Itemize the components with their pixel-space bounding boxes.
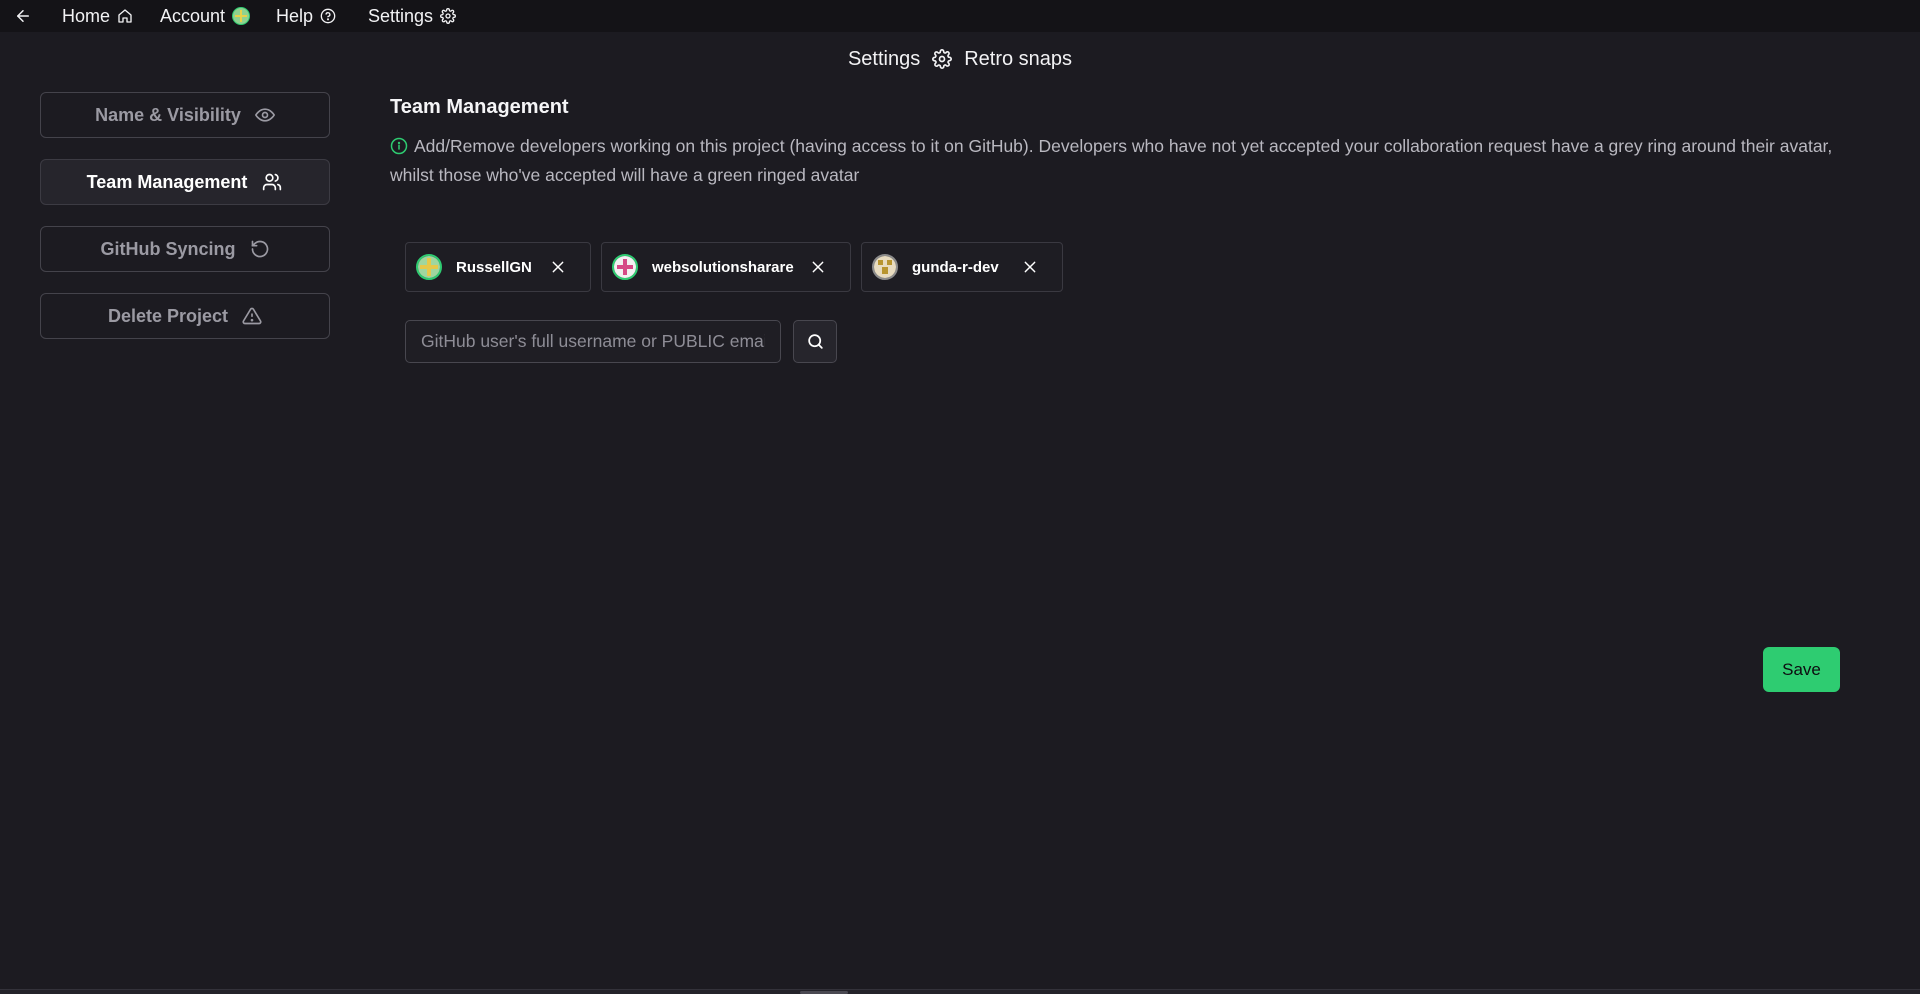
member-username: RussellGN <box>456 258 532 276</box>
avatar <box>416 254 442 280</box>
info-icon <box>390 137 408 155</box>
gear-icon <box>440 8 456 24</box>
help-circle-icon <box>320 8 336 24</box>
info-message: Add/Remove developers working on this pr… <box>390 132 1850 190</box>
sidebar-item-name-visibility[interactable]: Name & Visibility <box>40 92 330 138</box>
member-chip: RussellGN <box>405 242 591 292</box>
remove-member-close-icon[interactable] <box>1022 259 1038 275</box>
sidebar-item-team-management[interactable]: Team Management <box>40 159 330 205</box>
warning-icon <box>242 306 262 326</box>
bottom-border <box>0 989 1920 994</box>
nav-home-label: Home <box>62 5 111 26</box>
nav-settings-label: Settings <box>368 5 434 26</box>
search-icon <box>806 332 825 351</box>
nav-help-link[interactable]: Help <box>276 0 336 32</box>
sidebar-item-delete-project[interactable]: Delete Project <box>40 293 330 339</box>
header-gear-icon <box>932 49 953 69</box>
member-username: gunda-r-dev <box>912 258 999 276</box>
home-icon <box>117 8 133 24</box>
page-header-settings-label: Settings <box>847 47 921 70</box>
search-input[interactable] <box>405 320 781 363</box>
nav-help-label: Help <box>276 5 314 26</box>
top-navigation: Home Account Help Settings <box>0 0 1920 32</box>
member-username: websolutionsharare <box>652 258 794 276</box>
page-header: Settings Retro snaps <box>0 44 1920 74</box>
save-button[interactable]: Save <box>1763 647 1840 692</box>
remove-member-close-icon[interactable] <box>550 259 566 275</box>
refresh-icon <box>250 239 270 259</box>
nav-settings-link[interactable]: Settings <box>368 0 456 32</box>
remove-member-close-icon[interactable] <box>810 259 826 275</box>
section-title: Team Management <box>390 96 569 118</box>
project-name: Retro snaps <box>964 47 1073 70</box>
search-button[interactable] <box>793 320 837 363</box>
sidebar-item-label: GitHub Syncing <box>100 238 236 259</box>
sidebar-item-label: Team Management <box>86 171 248 192</box>
account-avatar <box>232 7 251 25</box>
sidebar-item-label: Delete Project <box>107 305 229 326</box>
sidebar-item-label: Name & Visibility <box>95 104 241 125</box>
avatar <box>612 254 638 280</box>
back-arrow-icon[interactable] <box>14 7 32 25</box>
users-icon <box>261 172 283 192</box>
nav-home-link[interactable]: Home <box>62 0 133 32</box>
nav-account-link[interactable]: Account <box>160 0 251 32</box>
sidebar-item-github-syncing[interactable]: GitHub Syncing <box>40 226 330 272</box>
member-chip: gunda-r-dev <box>861 242 1063 292</box>
eye-icon <box>254 105 275 125</box>
nav-account-label: Account <box>160 5 226 26</box>
member-chip: websolutionsharare <box>601 242 851 292</box>
avatar <box>872 254 898 280</box>
info-text: Add/Remove developers working on this pr… <box>390 136 1833 185</box>
